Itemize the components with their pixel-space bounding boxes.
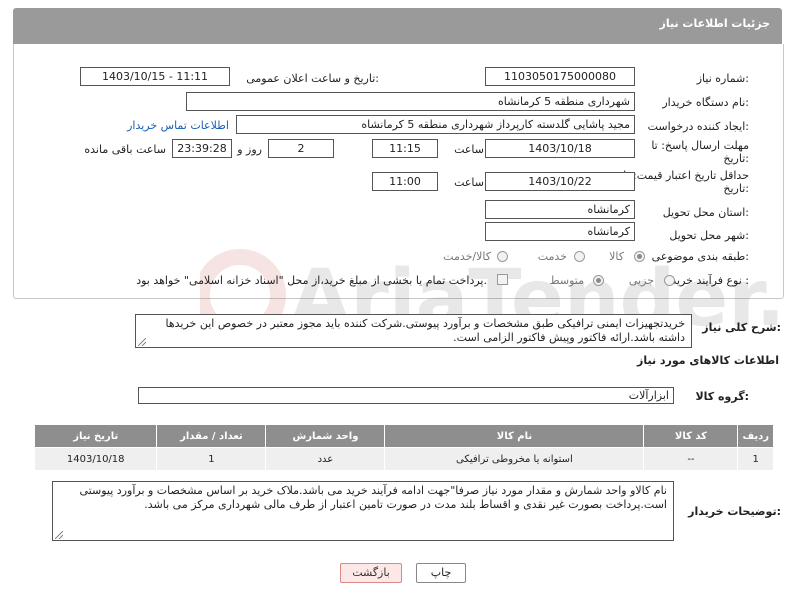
goods-section-title: اطلاعات کالاهای مورد نیاز — [637, 354, 779, 367]
col-unit: واحد شمارش — [265, 424, 386, 448]
cell-date: 1403/10/18 — [33, 447, 158, 471]
days-label: روز و — [237, 143, 262, 156]
process-radio-medium[interactable] — [593, 275, 604, 286]
page-title: جزئیات اطلاعات نیاز — [659, 17, 771, 30]
buyer-notes-textarea[interactable]: نام کالاو واحد شمارش و مقدار مورد نیاز ص… — [52, 481, 674, 541]
goods-table-header: ردیف کد کالا نام کالا واحد شمارش تعداد /… — [33, 424, 774, 448]
cell-name: استوانه یا مخروطی ترافیکی — [384, 447, 645, 471]
buyer-notes-label: توضیحات خریدار: — [688, 505, 781, 518]
validity-label: حداقل تاریخ اعتبار قیمت: تا — [623, 169, 749, 182]
col-qty: تعداد / مقدار — [156, 424, 267, 448]
process-option-minor: جزیی — [628, 274, 654, 287]
page-header: جزئیات اطلاعات نیاز — [13, 8, 782, 44]
cell-unit: عدد — [265, 447, 386, 471]
goods-table: ردیف کد کالا نام کالا واحد شمارش تعداد /… — [33, 424, 774, 471]
deadline-label: مهلت ارسال پاسخ: تا — [651, 139, 749, 152]
need-number-label: شماره نیاز: — [696, 72, 749, 85]
buyer-org-field[interactable]: شهرداری منطقه 5 کرمانشاه — [186, 92, 635, 111]
goods-group-field[interactable]: ابزارآلات — [138, 387, 674, 404]
col-name: نام کالا — [384, 424, 645, 448]
validity-date-field[interactable]: 1403/10/22 — [485, 172, 635, 191]
announce-datetime-field[interactable]: 1403/10/15 - 11:11 — [80, 67, 230, 86]
province-label: استان محل تحویل: — [662, 206, 749, 219]
creator-label: ایجاد کننده درخواست: — [647, 120, 749, 133]
announce-label: تاریخ و ساعت اعلان عمومی: — [246, 72, 379, 85]
treasury-text: پرداخت تمام یا بخشی از مبلغ خرید،از محل … — [136, 274, 487, 287]
city-label: شهر محل تحویل: — [669, 229, 749, 242]
goods-group-label: گروه کالا: — [695, 390, 749, 403]
cell-code: -- — [643, 447, 739, 471]
table-row[interactable]: 1 -- استوانه یا مخروطی ترافیکی عدد 1 140… — [33, 447, 774, 471]
deadline-label-date: تاریخ: — [723, 152, 749, 165]
need-number-field[interactable]: 1103050175000080 — [485, 67, 635, 86]
category-option-goods: کالا — [609, 250, 624, 263]
process-label: نوع فرآیند خرید : — [671, 274, 749, 287]
province-field[interactable]: کرمانشاه — [485, 200, 635, 219]
category-label: طبقه بندی موضوعی: — [651, 250, 749, 263]
remaining-label: ساعت باقی مانده — [84, 143, 166, 156]
buyer-contact-link[interactable]: اطلاعات تماس خریدار — [127, 119, 229, 132]
deadline-date-field[interactable]: 1403/10/18 — [485, 139, 635, 158]
description-textarea[interactable]: خریدتجهیزات ایمنی ترافیکی طبق مشخصات و ب… — [135, 314, 692, 348]
days-field[interactable]: 2 — [268, 139, 334, 158]
remaining-time-field[interactable]: 23:39:28 — [172, 139, 232, 158]
print-button[interactable]: چاپ — [416, 563, 466, 583]
process-radio-minor[interactable] — [664, 275, 675, 286]
process-option-medium: متوسط — [549, 274, 584, 287]
description-resize-handle[interactable] — [138, 338, 146, 346]
creator-field[interactable]: مجید پاشایی گلدسته کارپرداز شهرداری منطق… — [236, 115, 635, 134]
category-radio-both[interactable] — [497, 251, 508, 262]
validity-label-date: تاریخ: — [723, 182, 749, 195]
category-radio-goods[interactable] — [634, 251, 645, 262]
buyer-notes-resize-handle[interactable] — [55, 531, 63, 539]
col-date: تاریخ نیاز — [33, 424, 158, 448]
deadline-time-field[interactable]: 11:15 — [372, 139, 438, 158]
description-label: شرح کلی نیاز: — [702, 321, 781, 334]
deadline-time-label: ساعت — [454, 143, 484, 156]
treasury-checkbox[interactable] — [497, 274, 508, 285]
back-button[interactable]: بازگشت — [340, 563, 402, 583]
validity-time-label: ساعت — [454, 176, 484, 189]
cell-qty: 1 — [156, 447, 267, 471]
category-radio-service[interactable] — [574, 251, 585, 262]
col-code: کد کالا — [643, 424, 739, 448]
cell-row: 1 — [737, 447, 774, 471]
validity-time-field[interactable]: 11:00 — [372, 172, 438, 191]
buyer-org-label: نام دستگاه خریدار: — [662, 96, 749, 109]
col-row: ردیف — [737, 424, 774, 448]
category-option-both: کالا/خدمت — [443, 250, 491, 263]
city-field[interactable]: کرمانشاه — [485, 222, 635, 241]
category-option-service: خدمت — [537, 250, 567, 263]
